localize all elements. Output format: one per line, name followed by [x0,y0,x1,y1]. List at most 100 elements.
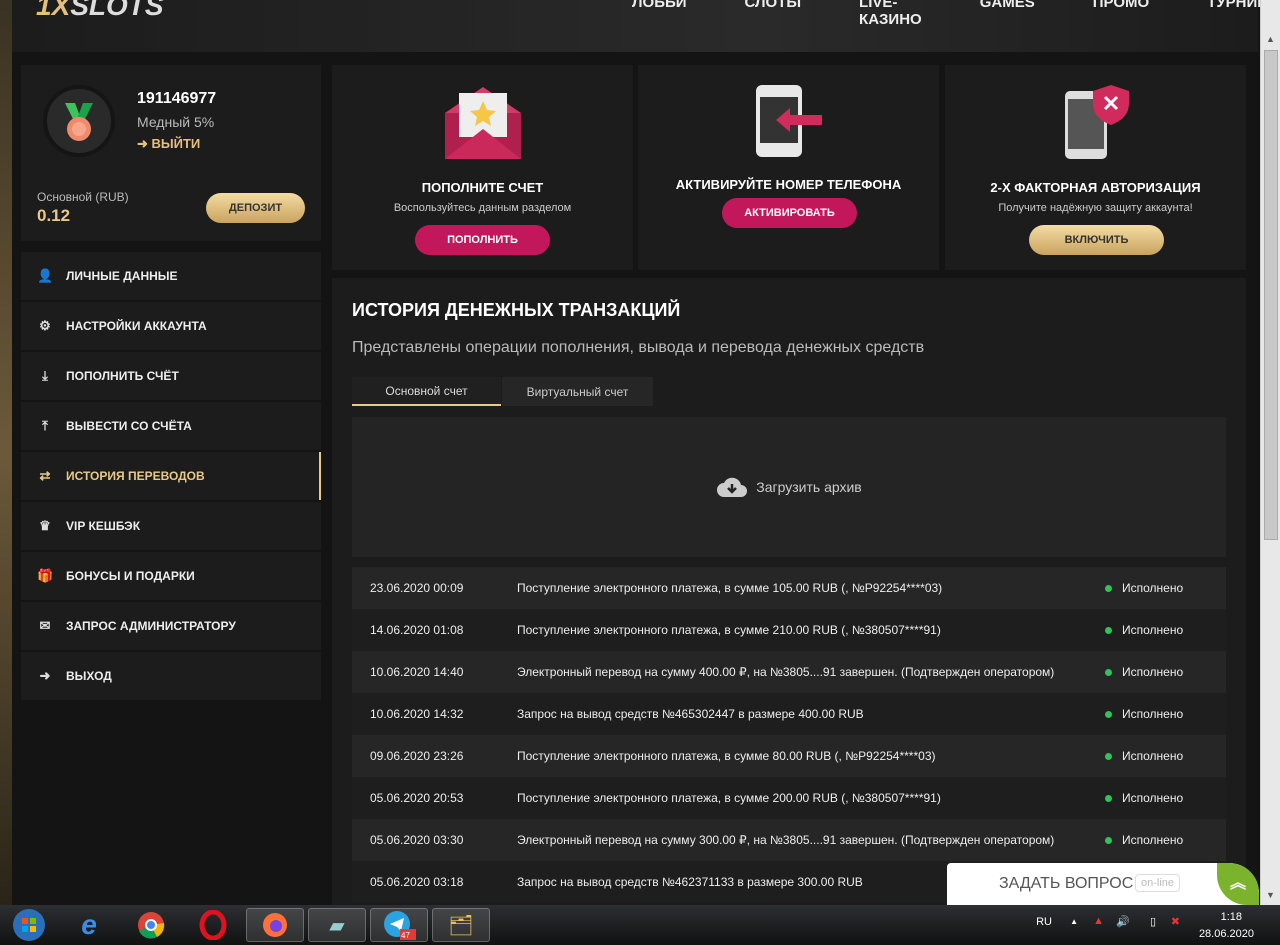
site-header: 1XSLOTS ЛОББИ СЛОТЫ LIVE-КАЗИНО GAMES ПР… [12,0,1280,52]
table-row: 05.06.2020 03:30 Электронный перевод на с… [352,819,1226,861]
ie-icon[interactable]: e [60,908,118,942]
sidebar-item-label: ЗАПРОС АДМИНИСТРАТОРУ [66,619,236,633]
sidebar-item-withdraw[interactable]: ⤒ ВЫВЕСТИ СО СЧЁТА [21,402,321,450]
status-label: Исполнено [1122,791,1184,805]
network-icon[interactable]: ▯ [1150,915,1156,928]
sidebar-item-label: ЛИЧНЫЕ ДАННЫЕ [66,269,178,283]
transaction-date: 05.06.2020 03:30 [370,833,464,847]
telegram-icon[interactable]: 47 [370,908,428,942]
transaction-history-panel: ИСТОРИЯ ДЕНЕЖНЫХ ТРАНЗАКЦИЙ Представлены… [332,278,1246,905]
balance-value: 0.12 [37,206,71,225]
sidebar-item-admin-request[interactable]: ✉ ЗАПРОС АДМИНИСТРАТОРУ [21,602,321,650]
clock-date[interactable]: 28.06.2020 [1199,928,1254,940]
sidebar-menu: 👤 ЛИЧНЫЕ ДАННЫЕ ⚙ НАСТРОЙКИ АККАУНТА ⤓ ПОПО… [21,252,321,702]
status-badge: Исполнено [1087,707,1183,721]
logo[interactable]: 1XSLOTS [36,0,164,22]
sidebar-item-deposit[interactable]: ⤓ ПОПОЛНИТЬ СЧЁТ [21,352,321,400]
user-rank: Медный 5% [137,114,215,130]
transaction-date: 09.06.2020 23:26 [370,749,464,763]
online-badge: on-line [1135,874,1181,892]
page-scrollbar[interactable]: ▲ ▼ [1260,0,1280,905]
transaction-description: Поступление электронного платежа, в сумм… [517,581,943,595]
top-nav: ЛОББИ СЛОТЫ LIVE-КАЗИНО GAMES ПРОМО ТУРН… [632,0,1280,28]
transaction-description: Запрос на вывод средств №465302447 в раз… [517,707,864,721]
opera-icon[interactable] [184,908,242,942]
status-dot-icon [1105,668,1112,676]
top-up-button[interactable]: ПОПОЛНИТЬ [415,225,550,255]
nav-live-casino[interactable]: LIVE-КАЗИНО [859,0,922,28]
nav-promo[interactable]: ПРОМО [1093,0,1149,28]
card-title: АКТИВИРУЙТЕ НОМЕР ТЕЛЕФОНА [675,177,902,192]
download-archive-button[interactable]: Загрузить архив [352,417,1226,557]
nav-slots[interactable]: СЛОТЫ [745,0,802,28]
table-row: 23.06.2020 00:09 Поступление электронного… [352,567,1226,609]
card-text: Воспользуйтесь данным разделом [393,202,572,214]
exit-icon: ➜ [137,136,152,151]
firefox-icon[interactable] [246,908,304,942]
deposit-button[interactable]: ДЕПОЗИТ [206,193,305,223]
ask-question-widget[interactable]: ЗАДАТЬ ВОПРОС on-line ︽ [947,863,1259,905]
show-hidden-icons[interactable]: ▲ [1070,917,1078,926]
status-dot-icon [1105,794,1112,802]
activate-button[interactable]: АКТИВИРОВАТЬ [722,198,857,228]
medal-icon [43,85,115,157]
deposit-card: ПОПОЛНИТЕ СЧЕТ Воспользуйтесь данным раз… [332,65,633,270]
page-subtitle: Представлены операции пополнения, вывода… [352,339,925,356]
card-text: Получите надёжную защиту аккаунта! [998,202,1193,214]
tab-virtual-account[interactable]: Виртуальный счет [502,377,653,406]
scroll-up-icon[interactable]: ▲ [1266,34,1275,44]
scroll-down-icon[interactable]: ▼ [1266,890,1275,900]
sidebar-item-exit[interactable]: ➜ ВЫХОД [21,652,321,700]
start-button[interactable] [0,908,58,942]
sidebar-item-account-settings[interactable]: ⚙ НАСТРОЙКИ АККАУНТА [21,302,321,350]
status-badge: Исполнено [1087,581,1183,595]
gift-icon: 🎁 [37,568,54,583]
sidebar-item-label: VIP КЕШБЭК [66,519,141,533]
table-row: 10.06.2020 14:40 Электронный перевод на с… [352,651,1226,693]
file-explorer-icon[interactable]: 🗂 [432,908,490,942]
transaction-description: Электронный перевод на сумму 300.00 ₽, н… [517,833,1055,847]
status-dot-icon [1105,626,1112,634]
two-factor-card: 2-Х ФАКТОРНАЯ АВТОРИЗАЦИЯ Получите надёж… [945,65,1246,270]
sidebar-item-personal-data[interactable]: 👤 ЛИЧНЫЕ ДАННЫЕ [21,252,321,300]
scrollbar-thumb[interactable] [1264,50,1278,540]
status-label: Исполнено [1122,581,1184,595]
envelope-star-icon [445,87,521,159]
page-title: ИСТОРИЯ ДЕНЕЖНЫХ ТРАНЗАКЦИЙ [352,300,681,320]
logout-link[interactable]: ➜ ВЫЙТИ [137,136,200,152]
cloud-download-icon [717,477,748,497]
tray-app-icon[interactable]: ▲ [1093,915,1104,927]
sidebar-item-vip-cashback[interactable]: ♛ VIP КЕШБЭК [21,502,321,550]
status-badge: Исполнено [1087,749,1183,763]
download-icon: ⤓ [42,368,48,383]
user-add-icon: 👤 [37,268,54,283]
desktop-background [0,0,12,905]
nav-lobby[interactable]: ЛОББИ [632,0,687,28]
table-row: 14.06.2020 01:08 Поступление электронного… [352,609,1226,651]
logo-part: SLOTS [70,0,164,21]
clock-time[interactable]: 1:18 [1221,911,1242,923]
table-row: 05.06.2020 20:53 Поступление электронного… [352,777,1226,819]
tab-main-account[interactable]: Основной счет [352,377,501,406]
sidebar-item-transfer-history[interactable]: ⇄ ИСТОРИЯ ПЕРЕВОДОВ [21,452,321,500]
sidebar-item-bonuses[interactable]: 🎁 БОНУСЫ И ПОДАРКИ [21,552,321,600]
transaction-date: 10.06.2020 14:32 [370,707,464,721]
status-badge: Исполнено [1087,665,1183,679]
volume-icon[interactable]: 🔊 [1116,915,1130,928]
transaction-date: 14.06.2020 01:08 [370,623,464,637]
phone-shield-icon [1065,85,1129,159]
status-badge: Исполнено [1087,833,1183,847]
enable-2fa-button[interactable]: ВКЛЮЧИТЬ [1029,225,1164,255]
chrome-icon[interactable] [122,908,180,942]
chevron-up-icon[interactable]: ︽ [1217,863,1259,905]
logout-label: ВЫЙТИ [151,136,201,151]
balance-label: Основной (RUB) [37,190,129,204]
telegram-badge: 47 [401,931,410,940]
status-label: Исполнено [1122,707,1184,721]
notepad-icon[interactable]: ▰ [308,908,366,942]
tray-warning-icon[interactable]: ✖ [1171,915,1180,928]
gears-icon: ⚙ [39,318,51,333]
language-indicator[interactable]: RU [1036,916,1052,928]
sidebar-item-label: ВЫХОД [66,669,112,683]
nav-games[interactable]: GAMES [980,0,1035,28]
